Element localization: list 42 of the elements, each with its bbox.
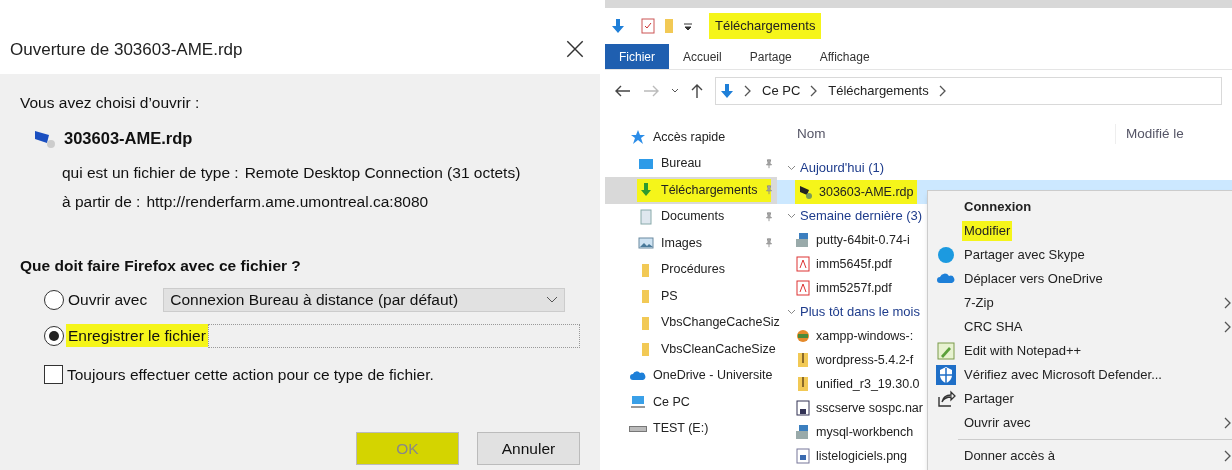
menu-label: Déplacer vers OneDrive [963, 270, 1104, 289]
menu-label: CRC SHA [963, 318, 1024, 337]
menu-label: Connexion [963, 198, 1033, 217]
nav-text: Téléchargements [661, 181, 758, 199]
file-name: imm5645f.pdf [816, 255, 892, 273]
file-name: unified_r3_19.30.0 [816, 375, 920, 393]
file-name: 303603-AME.rdp [819, 183, 914, 201]
menu-label: Ouvrir avec [963, 414, 1032, 433]
nav-text: Documents [661, 208, 725, 226]
nav-text: Ce PC [653, 393, 690, 411]
source-url: http://renderfarm.ame.umontreal.ca:8080 [146, 192, 429, 213]
file-name: 303603-AME.rdp [64, 128, 193, 150]
nav-text: VbsChangeCacheSiz [661, 314, 780, 332]
nav-text: Procédures [661, 261, 725, 279]
nav-text: PS [661, 287, 678, 305]
type-label: qui est un fichier de type : [62, 163, 239, 183]
question-heading: Que doit faire Firefox avec ce fichier ? [20, 255, 302, 276]
nav-text: TEST (E:) [653, 420, 709, 438]
nav-text: Accès rapide [653, 128, 726, 146]
file-name: xampp-windows-: [816, 327, 914, 345]
menu-label: Donner accès à [963, 447, 1057, 466]
menu-label: Partager avec Skype [963, 246, 1086, 265]
nav-text: Images [661, 234, 702, 252]
file-name: listelogiciels.png [816, 447, 908, 465]
menu-label: Edit with Notepad++ [963, 342, 1083, 361]
menu-label: Modifier [962, 221, 1013, 241]
menu-label: Vérifiez avec Microsoft Defender... [963, 366, 1163, 385]
file-name: imm5257f.pdf [816, 279, 892, 297]
nav-text: OneDrive - Universite [653, 367, 773, 385]
intro-text: Vous avez choisi d’ouvrir : [20, 93, 201, 113]
source-label: à partir de : [62, 192, 141, 213]
menu-label: Partager [963, 390, 1015, 409]
file-name: putty-64bit-0.74-i [816, 231, 910, 249]
file-name: wordpress-5.4.2-f [816, 351, 914, 369]
file-name: mysql-workbench [816, 423, 914, 441]
nav-text: Bureau [661, 155, 702, 173]
type-value: Remote Desktop Connection (31 octets) [244, 163, 521, 183]
nav-text: VbsCleanCacheSize [661, 340, 776, 358]
window-title: Téléchargements [709, 13, 822, 39]
file-name: sscserve sospc.nar [816, 399, 923, 417]
window-title: Ouverture de 303603-AME.rdp [10, 38, 243, 61]
menu-label: 7-Zip [963, 294, 995, 313]
